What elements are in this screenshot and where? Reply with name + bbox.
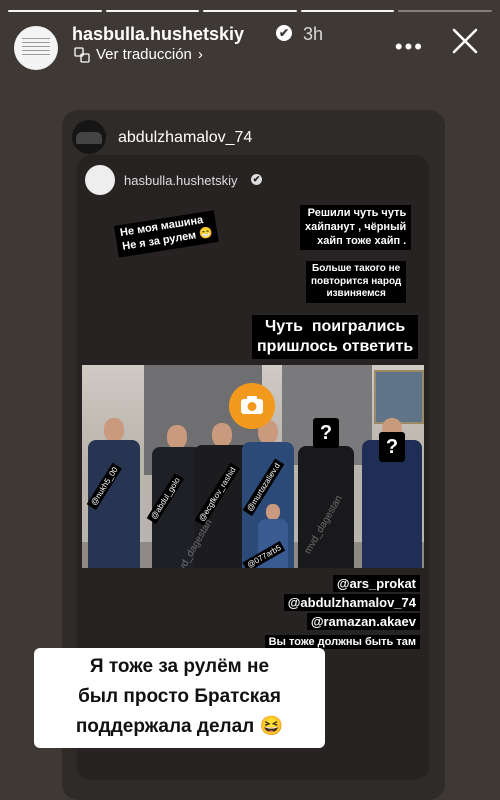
translate-link[interactable]: Ver traducción › [74,46,203,63]
inner-username[interactable]: hasbulla.hushetskiy [124,173,237,188]
translate-label: Ver traducción [96,46,192,63]
mention-tag[interactable]: @ars_prokat [332,575,420,592]
story-header: hasbulla.hushetskiy ✔ 3h Ver traducción … [14,20,486,70]
inner-avatar[interactable] [85,165,115,195]
more-options-icon[interactable]: ••• [395,34,424,60]
mention-tag[interactable]: @ramazan.akaev [306,613,420,630]
story-progress [8,10,492,12]
verified-badge-icon: ✔ [251,174,262,185]
avatar[interactable] [14,26,58,70]
camera-icon[interactable] [229,383,275,429]
verified-badge-icon: ✔ [276,25,292,41]
sticker-text: Чуть поигрались пришлось ответить [252,315,419,359]
story-progress-segment [300,10,395,12]
mention-tag[interactable]: @abdulzhamalov_74 [283,594,420,611]
story-progress-segment [105,10,200,12]
question-sticker: ? [379,432,405,462]
story-time: 3h [303,24,324,44]
question-sticker: ? [313,418,339,448]
mention-note: Вы тоже должны быть там [264,635,420,649]
story-progress-segment [203,10,297,12]
shared-username[interactable]: abdulzhamalov_74 [118,129,252,147]
shared-avatar[interactable] [72,120,106,154]
story-username[interactable]: hasbulla.hushetskiy [72,24,244,45]
person: ? [362,418,422,568]
story-progress-segment [398,10,492,12]
story-caption: Я тоже за рулём не был просто Братская п… [34,648,325,748]
story-progress-segment [8,10,102,12]
translate-icon [74,46,90,63]
sticker-text: Решили чуть чуть хайпанут , чёрный хайп … [300,205,412,251]
sticker-text: Больше такого не повторится народ извиня… [306,261,407,303]
mention-list: @ars_prokat @abdulzhamalov_74 @ramazan.a… [264,575,420,651]
close-icon[interactable] [450,26,480,56]
chevron-right-icon: › [197,46,203,63]
